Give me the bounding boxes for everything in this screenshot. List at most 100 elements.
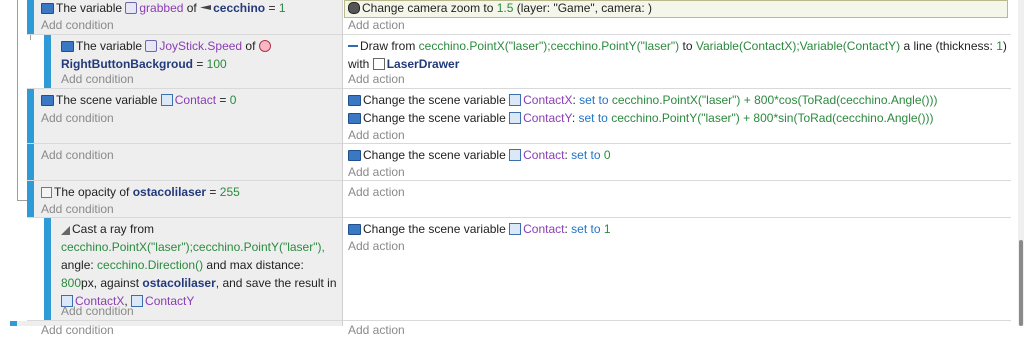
instruction-text: The variable	[56, 1, 126, 15]
instruction-text: of	[242, 39, 259, 53]
event-bar[interactable]	[27, 89, 34, 143]
instruction-text: with	[348, 57, 373, 71]
add-condition-button[interactable]: Add condition	[61, 71, 134, 87]
add-condition-button[interactable]: Add condition	[41, 322, 114, 338]
add-condition-button[interactable]: Add condition	[41, 110, 114, 126]
instruction-text: =	[216, 93, 230, 107]
instruction-text: Change the scene variable	[363, 222, 510, 236]
condition-row[interactable]: cecchino.PointX("laser");cecchino.PointY…	[61, 239, 325, 255]
instruction-text: Change camera zoom to	[362, 1, 497, 15]
add-action-button[interactable]: Add action	[348, 127, 405, 143]
action-row[interactable]: Change the scene variable Contact: set t…	[348, 221, 611, 237]
instruction-text: ostacolilaser	[142, 276, 216, 290]
instruction-text: Change the scene variable	[363, 148, 510, 162]
drawer-object-icon	[372, 58, 385, 70]
instruction-text: Cast a ray from	[72, 222, 155, 236]
instruction-text: Contact	[523, 222, 565, 236]
variable-icon	[348, 150, 361, 161]
tree-branch	[17, 200, 27, 201]
add-condition-button[interactable]: Add condition	[61, 303, 134, 319]
instruction-text: cecchino.PointY("laser") + 800*sin(ToRad…	[611, 111, 934, 125]
event-bar[interactable]	[44, 218, 51, 320]
column-divider	[342, 0, 343, 326]
instruction-text: set to	[578, 111, 608, 125]
scene-variable-icon	[509, 149, 522, 161]
instruction-text: 0	[603, 148, 611, 162]
condition-row[interactable]: The opacity of ostacolilaser = 255	[41, 184, 240, 200]
action-row[interactable]: Change the scene variable ContactX: set …	[348, 92, 938, 108]
instruction-text: (layer: "Game", camera: )	[513, 1, 652, 15]
instruction-text: )	[1002, 39, 1007, 53]
camera-icon	[348, 2, 360, 14]
instruction-text: 800	[61, 276, 82, 290]
add-action-button[interactable]: Add action	[348, 184, 405, 200]
instruction-text: ContactY	[523, 111, 572, 125]
instruction-text: ContactY	[145, 294, 195, 308]
instruction-text: ContactX	[523, 93, 573, 107]
event-bar[interactable]	[27, 0, 34, 34]
instruction-text: and max distance:	[203, 258, 304, 272]
action-row[interactable]: with LaserDrawer	[348, 56, 459, 72]
action-row[interactable]: Change the scene variable Contact: set t…	[348, 147, 611, 163]
tree-line	[17, 0, 18, 200]
instruction-text: Variable(ContactX);Variable(ContactY)	[695, 39, 901, 53]
opacity-icon	[41, 187, 52, 198]
instruction-text: cecchino	[213, 1, 266, 15]
instruction-text: to	[679, 39, 696, 53]
raycast-icon	[61, 226, 70, 235]
add-action-button[interactable]: Add action	[348, 71, 405, 87]
instruction-text: 255	[219, 185, 240, 199]
instruction-text: LaserDrawer	[386, 57, 460, 71]
condition-row[interactable]: RightButtonBackgroud = 100	[61, 56, 227, 72]
action-row[interactable]: Change the scene variable ContactY: set …	[348, 110, 934, 126]
add-action-button[interactable]: Add action	[348, 17, 405, 33]
sprite-object-icon	[200, 5, 212, 10]
event-bar[interactable]	[27, 181, 34, 217]
instruction-text: , and save the result in	[215, 276, 337, 290]
event-bar[interactable]	[44, 35, 51, 88]
instruction-text: ostacolilaser	[132, 185, 207, 199]
instruction-text: 1	[603, 222, 611, 236]
variable-icon	[41, 3, 54, 14]
scene-variable-icon	[509, 223, 522, 235]
instruction-text: Contact	[174, 93, 217, 107]
instruction-text: Change the scene variable	[363, 111, 510, 125]
variable-icon	[41, 95, 54, 106]
scene-variable-icon	[160, 94, 173, 106]
scene-variable-icon	[509, 112, 522, 124]
condition-row[interactable]: angle: cecchino.Direction() and max dist…	[61, 257, 304, 273]
event-bar[interactable]	[10, 321, 17, 326]
instruction-text: 1	[278, 1, 286, 15]
condition-row[interactable]: The scene variable Contact = 0	[41, 92, 236, 108]
add-condition-button[interactable]: Add condition	[41, 17, 114, 33]
condition-row[interactable]: Cast a ray from	[61, 221, 154, 237]
instruction-text: 1.5	[496, 1, 514, 15]
line-icon	[348, 45, 358, 47]
instruction-text: =	[206, 185, 220, 199]
variable-icon	[61, 41, 74, 52]
add-condition-button[interactable]: Add condition	[41, 147, 114, 163]
instruction-text: JoyStick.Speed	[159, 39, 243, 53]
instruction-text: angle:	[61, 258, 98, 272]
action-row[interactable]: Change camera zoom to 1.5 (layer: "Game"…	[348, 0, 652, 16]
instruction-text: 0	[229, 93, 237, 107]
variable-icon	[348, 113, 361, 124]
instruction-text: The opacity of	[54, 185, 133, 199]
add-action-button[interactable]: Add action	[348, 322, 405, 338]
instruction-text: px, against	[81, 276, 143, 290]
event-bar[interactable]	[27, 144, 34, 180]
condition-row[interactable]: The variable grabbed of cecchino = 1	[41, 0, 286, 16]
object-variable-icon	[145, 40, 158, 52]
condition-row[interactable]: 800px, against ostacolilaser, and save t…	[61, 275, 337, 291]
scrollbar-thumb[interactable]	[1019, 240, 1023, 326]
add-condition-button[interactable]: Add condition	[41, 201, 114, 217]
instruction-text: set to	[579, 93, 609, 107]
instruction-text: The variable	[76, 39, 146, 53]
instruction-text: cecchino.Direction()	[97, 258, 204, 272]
add-action-button[interactable]: Add action	[348, 238, 405, 254]
instruction-text: 1	[996, 39, 1003, 53]
instruction-text: Change the scene variable	[363, 93, 510, 107]
add-action-button[interactable]: Add action	[348, 164, 405, 180]
condition-row[interactable]: The variable JoyStick.Speed of	[61, 38, 273, 54]
action-row[interactable]: Draw from cecchino.PointX("laser");cecch…	[348, 38, 1007, 54]
